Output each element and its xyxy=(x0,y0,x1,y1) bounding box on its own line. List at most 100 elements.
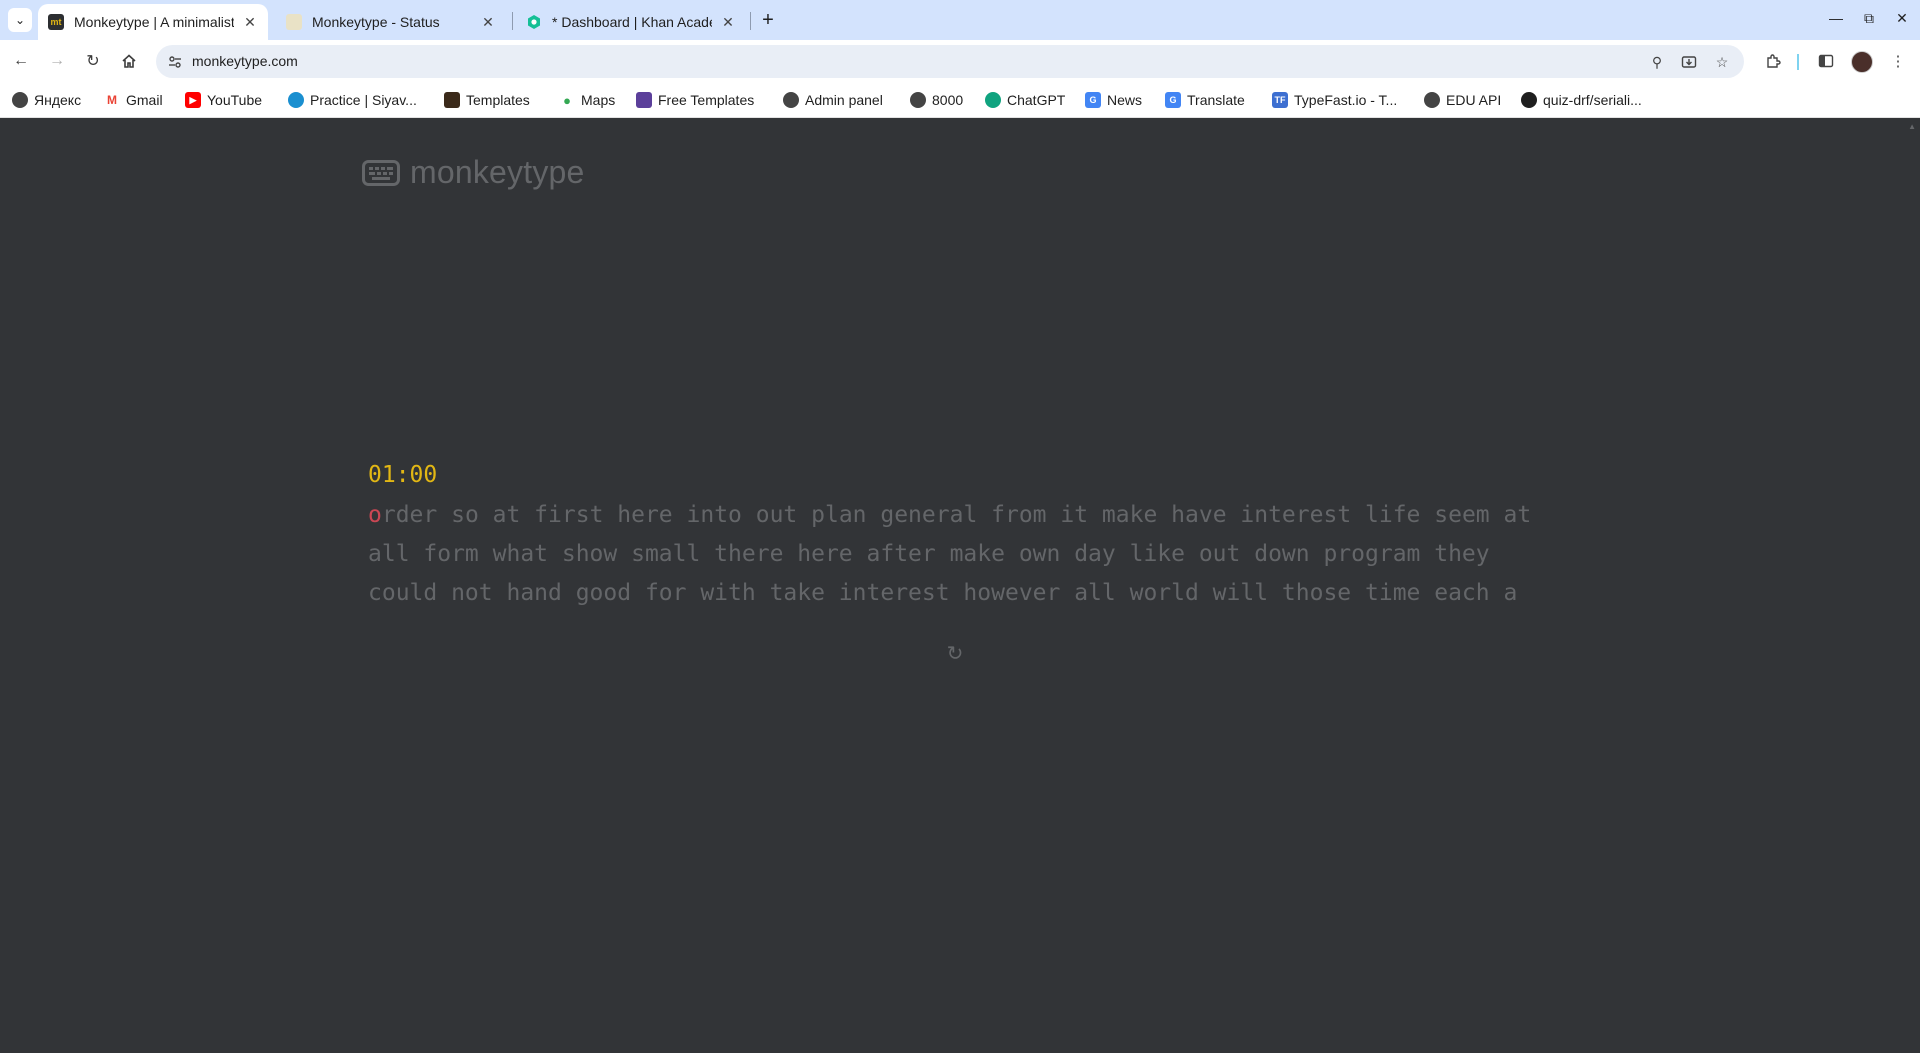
bookmark-item[interactable]: ● Maps xyxy=(559,90,615,110)
arrow-left-icon: ← xyxy=(13,52,29,69)
bookmark-label: Яндекс xyxy=(34,92,82,108)
templates-icon xyxy=(444,92,460,108)
translate-icon: G xyxy=(1165,92,1181,108)
globe-icon xyxy=(1424,92,1440,108)
extensions-icon[interactable] xyxy=(1762,50,1784,72)
chatgpt-icon xyxy=(985,92,1001,108)
tab-title: * Dashboard | Khan Academy xyxy=(552,14,712,30)
side-panel-icon[interactable] xyxy=(1815,50,1837,72)
keyboard-icon xyxy=(362,159,400,186)
line-text: could not hand good for with take intere… xyxy=(368,580,1518,606)
bookmarks-bar: Яндекс M Gmail ▶ YouTube Practice | Siyav.… xyxy=(0,82,1920,118)
globe-icon xyxy=(783,92,799,108)
logo[interactable]: monkeytype xyxy=(362,154,585,191)
minimize-icon: — xyxy=(1829,10,1843,26)
globe-icon xyxy=(910,92,926,108)
tab-title: Monkeytype - Status xyxy=(312,14,440,30)
free-templates-icon xyxy=(636,92,652,108)
monkeytype-page: ▲ monkeytype 01:00 order so at first her… xyxy=(0,118,1920,1053)
restart-icon: ↻ xyxy=(946,642,964,665)
bookmark-label: Templates xyxy=(466,92,530,108)
gmail-icon: M xyxy=(104,92,120,108)
bookmark-item[interactable]: TF TypeFast.io - T... xyxy=(1272,90,1397,110)
timer: 01:00 xyxy=(368,462,438,488)
current-letter: o xyxy=(368,502,382,528)
globe-icon xyxy=(12,92,28,108)
tab-search-button[interactable]: ⌄ xyxy=(8,8,32,32)
logo-text: monkeytype xyxy=(410,154,585,190)
bookmark-item[interactable]: Practice | Siyav... xyxy=(288,90,417,110)
restore-icon: ⧉ xyxy=(1864,10,1874,26)
bookmark-star-icon[interactable]: ☆ xyxy=(1713,53,1731,71)
word-line: all form what show small there here afte… xyxy=(368,535,1568,574)
reload-button[interactable]: ↻ xyxy=(80,48,106,74)
reload-icon: ↻ xyxy=(86,53,100,70)
password-key-icon[interactable]: ⚲ xyxy=(1648,53,1666,71)
address-bar[interactable]: monkeytype.com ⚲ ☆ xyxy=(156,45,1744,78)
toolbar-divider xyxy=(1797,54,1799,70)
restore-button[interactable]: ⧉ xyxy=(1859,10,1879,27)
khan-academy-favicon-icon xyxy=(526,14,542,30)
bookmark-item[interactable]: G Translate xyxy=(1165,90,1245,110)
profile-avatar[interactable] xyxy=(1851,51,1873,73)
url-text[interactable]: monkeytype.com xyxy=(192,53,298,69)
home-button[interactable] xyxy=(116,48,142,74)
tab-separator xyxy=(750,12,751,30)
plus-icon: + xyxy=(762,8,774,31)
bookmark-label: Free Templates xyxy=(658,92,755,108)
tab-separator xyxy=(512,12,513,30)
bookmark-item[interactable]: G News xyxy=(1085,90,1142,110)
bookmark-item[interactable]: EDU API xyxy=(1424,90,1501,110)
forward-button[interactable]: → xyxy=(44,48,70,74)
menu-kebab-icon[interactable]: ⋮ xyxy=(1887,50,1909,72)
bookmark-item[interactable]: ChatGPT xyxy=(985,90,1065,110)
bookmark-label: Translate xyxy=(1187,92,1245,108)
close-window-button[interactable]: ✕ xyxy=(1892,10,1912,27)
bookmark-label: YouTube xyxy=(207,92,263,108)
bookmark-label: TypeFast.io - T... xyxy=(1294,92,1398,108)
bookmark-item[interactable]: ▶ YouTube xyxy=(185,90,262,110)
home-icon xyxy=(122,54,136,68)
tab-monkeytype-status[interactable]: Monkeytype - Status ✕ xyxy=(276,4,506,40)
line-text: rder so at first here into out plan gene… xyxy=(381,502,1532,528)
bookmark-item[interactable]: quiz-drf/seriali... xyxy=(1521,90,1642,110)
bookmark-item[interactable]: Free Templates xyxy=(636,90,754,110)
tab-monkeytype[interactable]: mt Monkeytype | A minimalistic ✕ xyxy=(38,4,268,40)
typefast-icon: TF xyxy=(1272,92,1288,108)
browser-toolbar: ← → ↻ monkeytype.com ⚲ ☆ ⋮ xyxy=(0,40,1920,82)
close-icon[interactable]: ✕ xyxy=(480,14,496,30)
minimize-button[interactable]: — xyxy=(1826,10,1846,26)
close-icon[interactable]: ✕ xyxy=(242,14,258,30)
bookmark-item[interactable]: Admin panel xyxy=(783,90,883,110)
close-icon: ✕ xyxy=(1896,10,1908,26)
install-app-icon[interactable] xyxy=(1680,53,1698,71)
maps-icon: ● xyxy=(559,92,575,108)
words-area[interactable]: order so at first here into out plan gen… xyxy=(368,496,1568,613)
close-icon[interactable]: ✕ xyxy=(720,14,736,30)
arrow-right-icon: → xyxy=(49,52,65,69)
status-favicon-icon xyxy=(286,14,302,30)
back-button[interactable]: ← xyxy=(8,48,34,74)
line-text: all form what show small there here afte… xyxy=(368,541,1490,567)
github-icon xyxy=(1521,92,1537,108)
bookmark-item[interactable]: 8000 xyxy=(910,90,963,110)
bookmark-label: Practice | Siyav... xyxy=(310,92,417,108)
bookmark-label: Maps xyxy=(581,92,616,108)
news-icon: G xyxy=(1085,92,1101,108)
chevron-down-icon: ⌄ xyxy=(14,13,26,27)
bookmark-label: Gmail xyxy=(126,92,163,108)
new-tab-button[interactable]: + xyxy=(756,8,780,32)
site-info-icon[interactable] xyxy=(166,53,184,71)
siyavula-icon xyxy=(288,92,304,108)
restart-button[interactable]: ↻ xyxy=(944,642,966,665)
youtube-icon: ▶ xyxy=(185,92,201,108)
bookmark-item[interactable]: M Gmail xyxy=(104,90,163,110)
bookmark-item[interactable]: Templates xyxy=(444,90,530,110)
scroll-up-icon: ▲ xyxy=(1908,122,1916,131)
bookmark-label: News xyxy=(1107,92,1143,108)
bookmark-label: quiz-drf/seriali... xyxy=(1543,92,1642,108)
bookmark-label: Admin panel xyxy=(805,92,883,108)
bookmark-item[interactable]: Яндекс xyxy=(12,90,81,110)
word-line: could not hand good for with take intere… xyxy=(368,574,1568,613)
tab-khan-academy[interactable]: * Dashboard | Khan Academy ✕ xyxy=(516,4,746,40)
